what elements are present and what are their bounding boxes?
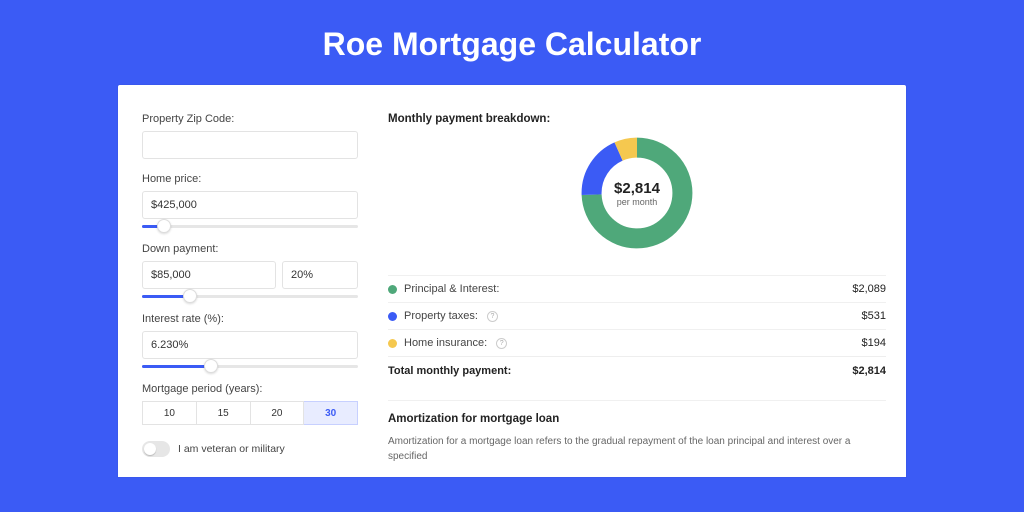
legend-value: $2,089 (852, 283, 886, 295)
down-payment-pct-input[interactable] (282, 261, 358, 289)
veteran-label: I am veteran or military (178, 443, 285, 455)
page-title: Roe Mortgage Calculator (0, 0, 1024, 85)
interest-label: Interest rate (%): (142, 313, 358, 325)
amortization-title: Amortization for mortgage loan (388, 400, 886, 425)
veteran-toggle[interactable] (142, 441, 170, 457)
zip-input[interactable] (142, 131, 358, 159)
period-15[interactable]: 15 (197, 401, 251, 425)
down-payment-input[interactable] (142, 261, 276, 289)
slider-thumb[interactable] (157, 219, 171, 233)
total-row: Total monthly payment: $2,814 (388, 356, 886, 385)
legend-label: Principal & Interest: (404, 283, 499, 295)
period-20[interactable]: 20 (251, 401, 305, 425)
total-value: $2,814 (852, 365, 886, 377)
legend-label: Home insurance: (404, 337, 487, 349)
calculator-card: Property Zip Code: Home price: Down paym… (118, 85, 906, 477)
interest-input[interactable] (142, 331, 358, 359)
form-panel: Property Zip Code: Home price: Down paym… (118, 85, 382, 477)
donut-chart-wrap: $2,814 per month (388, 133, 886, 253)
total-label: Total monthly payment: (388, 365, 511, 377)
breakdown-panel: Monthly payment breakdown: $2,814 per mo… (382, 85, 906, 477)
home-price-label: Home price: (142, 173, 358, 185)
donut-amount: $2,814 (614, 180, 660, 197)
donut-chart: $2,814 per month (577, 133, 697, 253)
amortization-text: Amortization for a mortgage loan refers … (388, 434, 886, 464)
dot-icon (388, 312, 397, 321)
home-price-slider[interactable] (142, 221, 358, 235)
legend-value: $194 (862, 337, 886, 349)
dot-icon (388, 285, 397, 294)
down-payment-label: Down payment: (142, 243, 358, 255)
legend-insurance: Home insurance: ? $194 (388, 329, 886, 356)
period-label: Mortgage period (years): (142, 383, 358, 395)
slider-thumb[interactable] (204, 359, 218, 373)
period-button-row: 10 15 20 30 (142, 401, 358, 425)
slider-thumb[interactable] (183, 289, 197, 303)
veteran-toggle-row: I am veteran or military (142, 441, 358, 457)
dot-icon (388, 339, 397, 348)
breakdown-title: Monthly payment breakdown: (388, 113, 886, 125)
donut-per: per month (617, 197, 658, 207)
zip-label: Property Zip Code: (142, 113, 358, 125)
donut-center: $2,814 per month (577, 133, 697, 253)
legend-label: Property taxes: (404, 310, 478, 322)
period-30[interactable]: 30 (304, 401, 358, 425)
interest-slider[interactable] (142, 361, 358, 375)
down-payment-slider[interactable] (142, 291, 358, 305)
legend-value: $531 (862, 310, 886, 322)
help-icon[interactable]: ? (496, 338, 507, 349)
period-10[interactable]: 10 (142, 401, 197, 425)
legend-principal: Principal & Interest: $2,089 (388, 275, 886, 302)
home-price-input[interactable] (142, 191, 358, 219)
legend-taxes: Property taxes: ? $531 (388, 302, 886, 329)
help-icon[interactable]: ? (487, 311, 498, 322)
